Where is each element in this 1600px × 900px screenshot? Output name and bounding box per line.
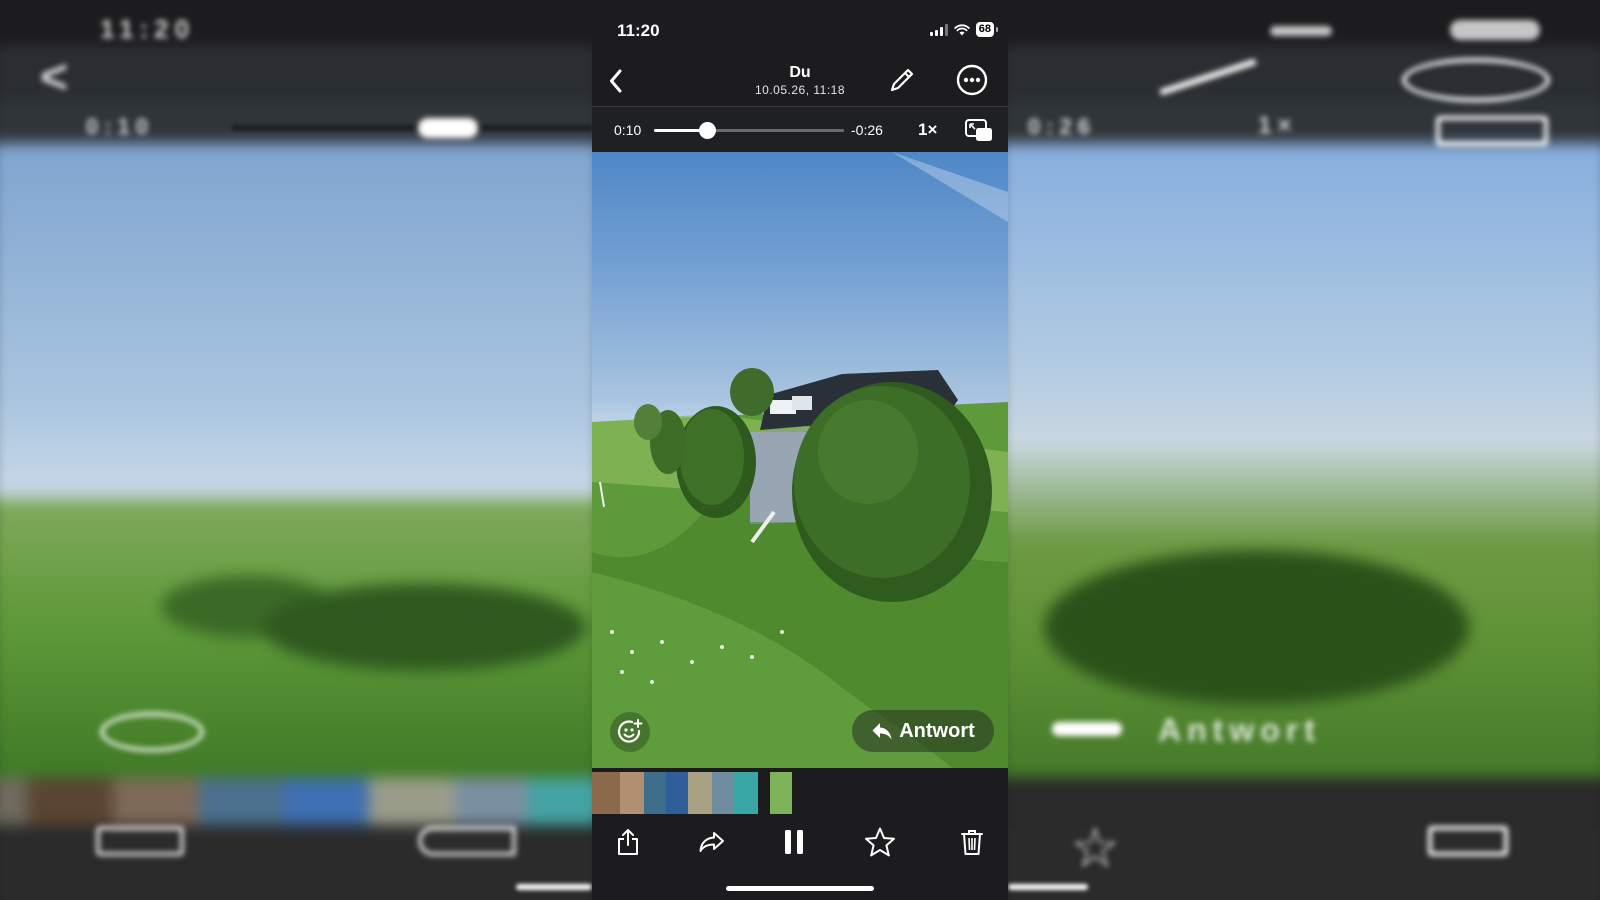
home-indicator (726, 886, 874, 891)
scrubber-track[interactable] (654, 122, 844, 139)
forward-button[interactable] (692, 822, 732, 862)
ghost-reply-right: Antwort (1158, 712, 1321, 748)
media-thumbnail[interactable] (770, 772, 792, 814)
delete-button[interactable] (952, 822, 992, 862)
bottom-toolbar (592, 814, 1008, 900)
media-thumbnail-strip[interactable] (592, 768, 1008, 814)
ghost-time-left: 11:20 (100, 14, 196, 44)
media-thumbnail[interactable] (592, 772, 620, 814)
pause-icon (785, 830, 803, 854)
video-frame[interactable]: Antwort (592, 152, 1008, 768)
ghost-battery-icon (1450, 20, 1540, 40)
ghost-share-icon (96, 826, 184, 856)
battery-indicator: 68 (975, 22, 999, 37)
signal-icon (929, 23, 948, 36)
ghost-speed-right: 1× (1258, 112, 1298, 139)
media-thumbnail[interactable] (644, 772, 666, 814)
media-title: Du 10.05.26, 11:18 (592, 64, 1008, 97)
sender-name: Du (789, 64, 811, 81)
elapsed-time: 0:10 (614, 122, 642, 138)
status-indicators: 68 (929, 22, 999, 37)
more-options-button[interactable] (954, 62, 990, 98)
react-button[interactable] (610, 712, 650, 752)
sent-timestamp: 10.05.26, 11:18 (754, 83, 846, 97)
ghost-scrub-thumb (418, 118, 478, 138)
ellipsis-circle-icon (956, 64, 988, 96)
picture-in-picture-button[interactable] (964, 118, 994, 144)
ghost-more-icon (1402, 58, 1550, 102)
forward-icon (699, 832, 724, 852)
share-button[interactable] (608, 822, 648, 862)
phone-screen: 11:20 68 Du 10.05.26, 11:18 0:10 -0:26 1… (592, 0, 1008, 900)
star-icon (865, 827, 895, 857)
playback-speed-button[interactable]: 1× (918, 120, 937, 140)
ghost-scrub-track (232, 126, 592, 130)
reply-label: Antwort (899, 719, 975, 742)
ghost-reply-arrow-icon (1052, 722, 1122, 736)
ghost-remaining-right: 0:26 (1028, 114, 1097, 139)
ghost-trash-icon (1428, 826, 1508, 856)
ghost-react-icon (100, 712, 204, 752)
edit-button[interactable] (886, 64, 918, 96)
status-time: 11:20 (617, 21, 660, 40)
pencil-icon (890, 68, 914, 92)
ghost-home-indicator (516, 884, 592, 890)
pause-button[interactable] (774, 822, 814, 862)
media-thumbnail[interactable] (712, 772, 734, 814)
wifi-icon (954, 23, 970, 35)
media-thumbnail[interactable] (666, 772, 688, 814)
media-thumbnail[interactable] (620, 772, 644, 814)
emoji-add-icon (617, 719, 643, 743)
blurred-backdrop-left: 11:20 < 0:10 (0, 0, 592, 900)
ghost-star-icon: ☆ (1070, 816, 1121, 879)
playback-controls: 0:10 -0:26 1× (592, 106, 1008, 153)
status-bar: 11:20 68 (592, 0, 1008, 58)
media-thumbnail[interactable] (734, 772, 758, 814)
nav-bar: Du 10.05.26, 11:18 (592, 58, 1008, 106)
remaining-time: -0:26 (851, 122, 883, 138)
garden-scene (592, 152, 1008, 768)
favorite-button[interactable] (860, 822, 900, 862)
ghost-elapsed-left: 0:10 (86, 114, 155, 139)
blurred-backdrop-right: 0:26 1× Antwort ☆ (1008, 0, 1600, 900)
picture-in-picture-icon (965, 119, 992, 141)
trash-icon (961, 830, 983, 855)
ghost-forward-icon (418, 826, 516, 856)
ghost-home-indicator-right (1008, 884, 1088, 890)
ghost-pip-icon (1436, 116, 1548, 146)
ghost-signal-icon (1270, 26, 1332, 36)
reply-button[interactable]: Antwort (852, 710, 994, 752)
ghost-back-icon: < (40, 51, 75, 104)
media-thumbnail[interactable] (688, 772, 712, 814)
scrubber-thumb[interactable] (699, 122, 717, 139)
share-icon (618, 829, 638, 855)
reply-arrow-icon (872, 723, 892, 740)
